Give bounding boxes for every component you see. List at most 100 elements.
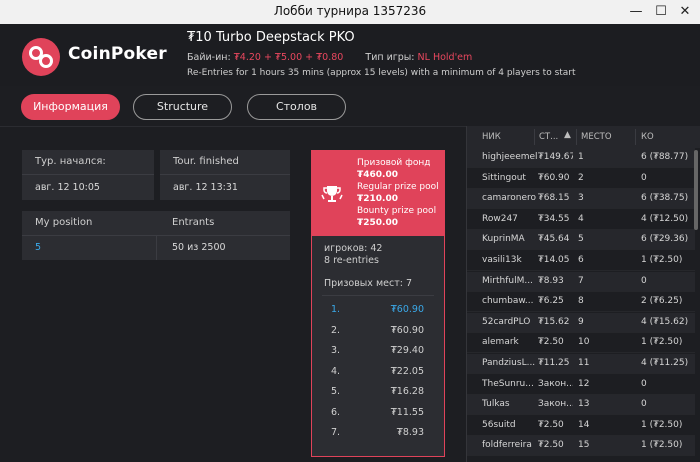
player-stack: ₮14.05 xyxy=(538,255,570,265)
column-place[interactable]: МЕСТО xyxy=(581,132,612,142)
tab-info[interactable]: Информация xyxy=(21,94,120,120)
player-stack: ₮68.15 xyxy=(538,193,570,204)
tournament-started-card: Тур. начался: авг. 12 10:05 xyxy=(22,150,154,200)
payout-place: 3. xyxy=(331,345,341,356)
window-title-bar: Лобби турнира 1357236 — ☐ ✕ xyxy=(0,0,700,24)
player-place: 9 xyxy=(578,316,584,327)
player-place: 1 xyxy=(578,152,584,162)
player-nick: Sittingout xyxy=(482,172,526,183)
player-stack: ₮149.67 xyxy=(538,152,573,162)
prize-pool-panel: Призовой фонд ₮460.00 Regular prize pool… xyxy=(311,150,445,236)
player-row[interactable]: chumbaw... ₮6.25 8 2 (₮6.25) xyxy=(467,292,695,313)
player-stack: Закон... xyxy=(538,399,573,410)
tournament-info: Байи-ин: ₮4.20 + ₮5.00 + ₮0.80 Тип игры:… xyxy=(187,52,472,63)
player-row[interactable]: 52cardPLO ₮15.62 9 4 (₮15.62) xyxy=(467,312,695,333)
player-nick: vasili13k xyxy=(482,255,522,265)
player-place: 4 xyxy=(578,213,584,224)
tournament-finished-card: Tour. finished авг. 12 13:31 xyxy=(160,150,290,200)
finished-label: Tour. finished xyxy=(173,156,239,167)
maximize-icon[interactable]: ☐ xyxy=(651,2,671,22)
player-row[interactable]: KuprinMA ₮45.64 5 6 (₮29.36) xyxy=(467,230,695,251)
player-place: 3 xyxy=(578,193,584,204)
player-stack: ₮15.62 xyxy=(538,316,570,327)
player-ko: 0 xyxy=(641,172,647,183)
position-entrants-card: My position Entrants 5 50 из 2500 xyxy=(22,211,290,260)
player-nick: PandziusL... xyxy=(482,358,536,368)
payout-amount: ₮16.28 xyxy=(390,386,424,397)
payout-place: 6. xyxy=(331,406,341,418)
prize-pool-value: ₮460.00 xyxy=(357,170,398,180)
player-ko: 1 (₮2.50) xyxy=(641,255,683,265)
column-stack[interactable]: СТ... xyxy=(539,132,558,142)
prize-pool-label: Призовой фонд xyxy=(357,158,431,168)
player-ko: 1 (₮2.50) xyxy=(641,440,683,451)
player-ko: 4 (₮15.62) xyxy=(641,316,689,327)
my-position-label: My position xyxy=(35,217,93,228)
player-row[interactable]: Sittingout ₮60.90 2 0 xyxy=(467,169,695,189)
tab-structure[interactable]: Structure xyxy=(133,94,232,120)
player-stack: ₮45.64 xyxy=(538,234,570,245)
buyin-value: ₮4.20 + ₮5.00 + ₮0.80 xyxy=(233,52,344,63)
payout-row: 4. ₮22.05 xyxy=(312,362,444,382)
player-place: 11 xyxy=(578,358,590,368)
player-ko: 4 (₮11.25) xyxy=(641,358,689,368)
column-nick[interactable]: НИК xyxy=(482,132,501,142)
player-row[interactable]: PandziusL... ₮11.25 11 4 (₮11.25) xyxy=(467,354,695,374)
player-nick: 52cardPLO xyxy=(482,316,531,327)
buyin-label: Байи-ин: xyxy=(187,52,231,63)
player-place: 15 xyxy=(578,440,590,451)
player-ko: 4 (₮12.50) xyxy=(641,213,689,224)
player-ko: 6 (₮38.75) xyxy=(641,193,689,204)
minimize-icon[interactable]: — xyxy=(626,2,646,22)
player-place: 2 xyxy=(578,172,584,183)
tournament-name: ₮10 Turbo Deepstack PKO xyxy=(187,30,355,45)
reentries-count: 8 re-entries xyxy=(324,255,379,266)
player-row[interactable]: 56suitd ₮2.50 14 1 (₮2.50) xyxy=(467,416,695,436)
payout-place: 5. xyxy=(331,386,341,397)
column-ko[interactable]: КО xyxy=(641,132,654,142)
payout-amount: ₮60.90 xyxy=(390,304,424,315)
table-scrollbar[interactable] xyxy=(694,150,698,230)
payout-place: 2. xyxy=(331,324,341,336)
sort-up-icon[interactable]: ▲ xyxy=(564,130,571,140)
player-place: 8 xyxy=(578,296,584,307)
trophy-icon xyxy=(321,186,343,202)
payout-place: 7. xyxy=(331,427,341,438)
player-row[interactable]: alemark ₮2.50 10 1 (₮2.50) xyxy=(467,333,695,354)
players-table-header: НИК СТ... ▲ МЕСТО КО xyxy=(467,126,700,148)
player-stack: Закон... xyxy=(538,378,573,389)
player-place: 13 xyxy=(578,399,590,410)
player-nick: highjeeemel xyxy=(482,152,538,162)
player-row[interactable]: camaronero ₮68.15 3 6 (₮38.75) xyxy=(467,189,695,210)
close-icon[interactable]: ✕ xyxy=(675,2,695,22)
started-value: авг. 12 10:05 xyxy=(35,182,100,193)
game-type-value: NL Hold'em xyxy=(417,52,473,63)
player-row[interactable]: foldferreira ₮2.50 15 1 (₮2.50) xyxy=(467,436,695,457)
player-row[interactable]: Row247 ₮34.55 4 4 (₮12.50) xyxy=(467,210,695,230)
player-place: 14 xyxy=(578,419,590,430)
finished-value: авг. 12 13:31 xyxy=(173,182,238,193)
started-label: Тур. начался: xyxy=(35,156,106,167)
player-row[interactable]: MirthfulM... ₮8.93 7 0 xyxy=(467,271,695,292)
player-nick: KuprinMA xyxy=(482,234,525,245)
player-place: 6 xyxy=(578,255,584,265)
tab-tables[interactable]: Столов xyxy=(247,94,346,120)
player-row[interactable]: TheSunru... Закон... 12 0 xyxy=(467,375,695,395)
player-row[interactable]: vasili13k ₮14.05 6 1 (₮2.50) xyxy=(467,251,695,271)
tournament-description: Re-Entries for 1 hours 35 mins (approx 1… xyxy=(187,68,576,78)
player-nick: camaronero xyxy=(482,193,537,204)
player-row[interactable]: Tulkas Закон... 13 0 xyxy=(467,395,695,416)
player-stack: ₮60.90 xyxy=(538,172,570,183)
players-count: игроков: 42 xyxy=(324,243,383,254)
player-row[interactable]: highjeeemel ₮149.67 1 6 (₮88.77) xyxy=(467,148,695,168)
player-stack: ₮2.50 xyxy=(538,337,564,348)
payout-panel: игроков: 42 8 re-entries Призовых мест: … xyxy=(311,236,445,457)
entrants-label: Entrants xyxy=(172,217,215,228)
payout-place: 1. xyxy=(331,304,341,315)
player-nick: chumbaw... xyxy=(482,296,534,307)
lobby-header: CoinPoker ₮10 Turbo Deepstack PKO Байи-и… xyxy=(0,24,700,86)
player-place: 5 xyxy=(578,234,584,245)
paid-places-label: Призовых мест: 7 xyxy=(324,278,412,289)
player-nick: alemark xyxy=(482,337,519,348)
player-stack: ₮2.50 xyxy=(538,419,564,430)
